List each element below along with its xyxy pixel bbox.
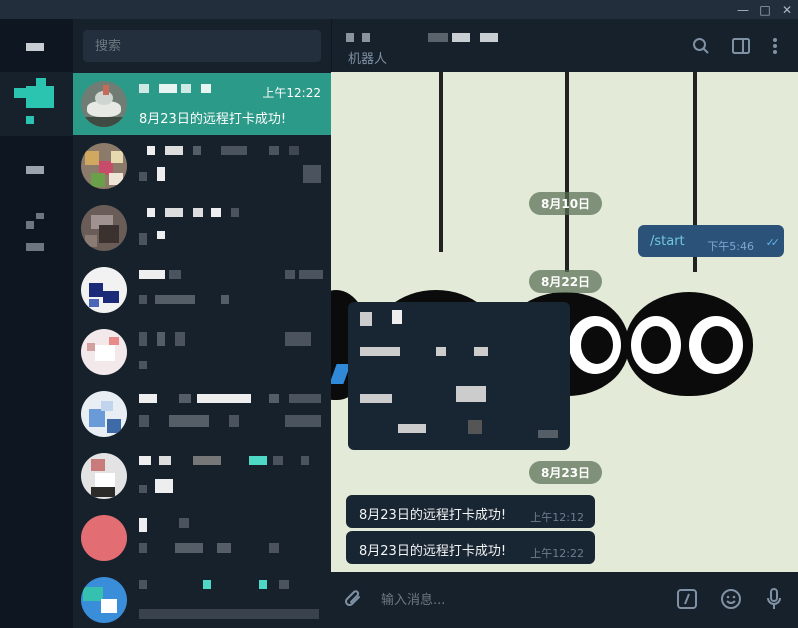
wallpaper-string	[439, 72, 443, 252]
wallpaper-cat	[625, 292, 753, 396]
chat-row[interactable]	[73, 445, 331, 507]
date-separator: 8月23日	[529, 461, 603, 484]
date-separator: 8月10日	[529, 192, 603, 215]
folder-all-chats[interactable]	[0, 72, 73, 136]
avatar	[81, 81, 127, 127]
search-input[interactable]	[95, 38, 309, 54]
message-time: 上午12:22	[530, 547, 584, 560]
avatar	[81, 143, 127, 189]
chat-list: 上午12:22 8月23日的远程打卡成功!	[73, 19, 331, 628]
avatar	[81, 267, 127, 313]
avatar	[81, 453, 127, 499]
maximize-button[interactable]: □	[754, 0, 776, 19]
emoji-icon[interactable]	[718, 586, 744, 612]
double-check-icon: ✓✓	[765, 236, 781, 249]
chat-row[interactable]	[73, 507, 331, 569]
chat-preview: 8月23日的远程打卡成功!	[139, 112, 287, 127]
chat-row[interactable]	[73, 569, 331, 628]
chat-row-active[interactable]: 上午12:22 8月23日的远程打卡成功!	[73, 73, 331, 135]
window-titlebar: — □ ✕	[0, 0, 798, 19]
menu-icon	[26, 43, 44, 51]
chat-time: 上午12:22	[262, 86, 321, 100]
chat-row[interactable]	[73, 259, 331, 321]
slash-command-icon[interactable]	[674, 586, 700, 612]
chat-row[interactable]	[73, 197, 331, 259]
message-text[interactable]: /start	[650, 234, 685, 249]
folder-rail	[0, 19, 73, 628]
folder-item[interactable]	[0, 154, 73, 188]
chat-row[interactable]	[73, 135, 331, 197]
wallpaper-string	[565, 72, 569, 272]
chat-row[interactable]	[73, 321, 331, 383]
avatar	[81, 205, 127, 251]
chat-header: 机器人	[331, 19, 798, 72]
search-icon[interactable]	[690, 35, 712, 57]
microphone-icon[interactable]	[761, 586, 787, 612]
paperclip-icon[interactable]	[341, 586, 367, 612]
search-box[interactable]	[83, 30, 321, 62]
message-time: 上午12:12	[530, 511, 584, 524]
date-separator: 8月22日	[529, 270, 603, 293]
folder-item[interactable]	[0, 207, 73, 257]
folder-menu-button[interactable]	[0, 29, 73, 65]
message-text[interactable]: 8月23日的远程打卡成功!	[359, 540, 506, 559]
chat-panel: 机器人 8月10日 /start 下午5:46 ✓✓ 8月22日 8月23日 8…	[331, 19, 798, 628]
message-time: 下午5:46	[707, 240, 754, 253]
minimize-button[interactable]: —	[732, 0, 754, 19]
avatar	[81, 515, 127, 561]
message-input[interactable]	[381, 588, 661, 612]
sidebar-toggle-icon[interactable]	[730, 35, 752, 57]
message-composer	[331, 572, 798, 628]
folder-icon	[26, 166, 44, 174]
more-vert-icon[interactable]	[764, 35, 786, 57]
close-button[interactable]: ✕	[776, 0, 798, 19]
message-outgoing[interactable]: /start 下午5:46 ✓✓	[638, 225, 784, 257]
avatar	[81, 391, 127, 437]
avatar	[81, 329, 127, 375]
chat-status: 机器人	[348, 52, 388, 67]
message-text[interactable]: 8月23日的远程打卡成功!	[359, 504, 506, 523]
message-incoming[interactable]: 8月23日的远程打卡成功! 上午12:22	[346, 531, 595, 564]
message-incoming-redacted[interactable]	[348, 302, 570, 450]
chat-row[interactable]	[73, 383, 331, 445]
avatar	[81, 577, 127, 623]
message-incoming[interactable]: 8月23日的远程打卡成功! 上午12:12	[346, 495, 595, 528]
